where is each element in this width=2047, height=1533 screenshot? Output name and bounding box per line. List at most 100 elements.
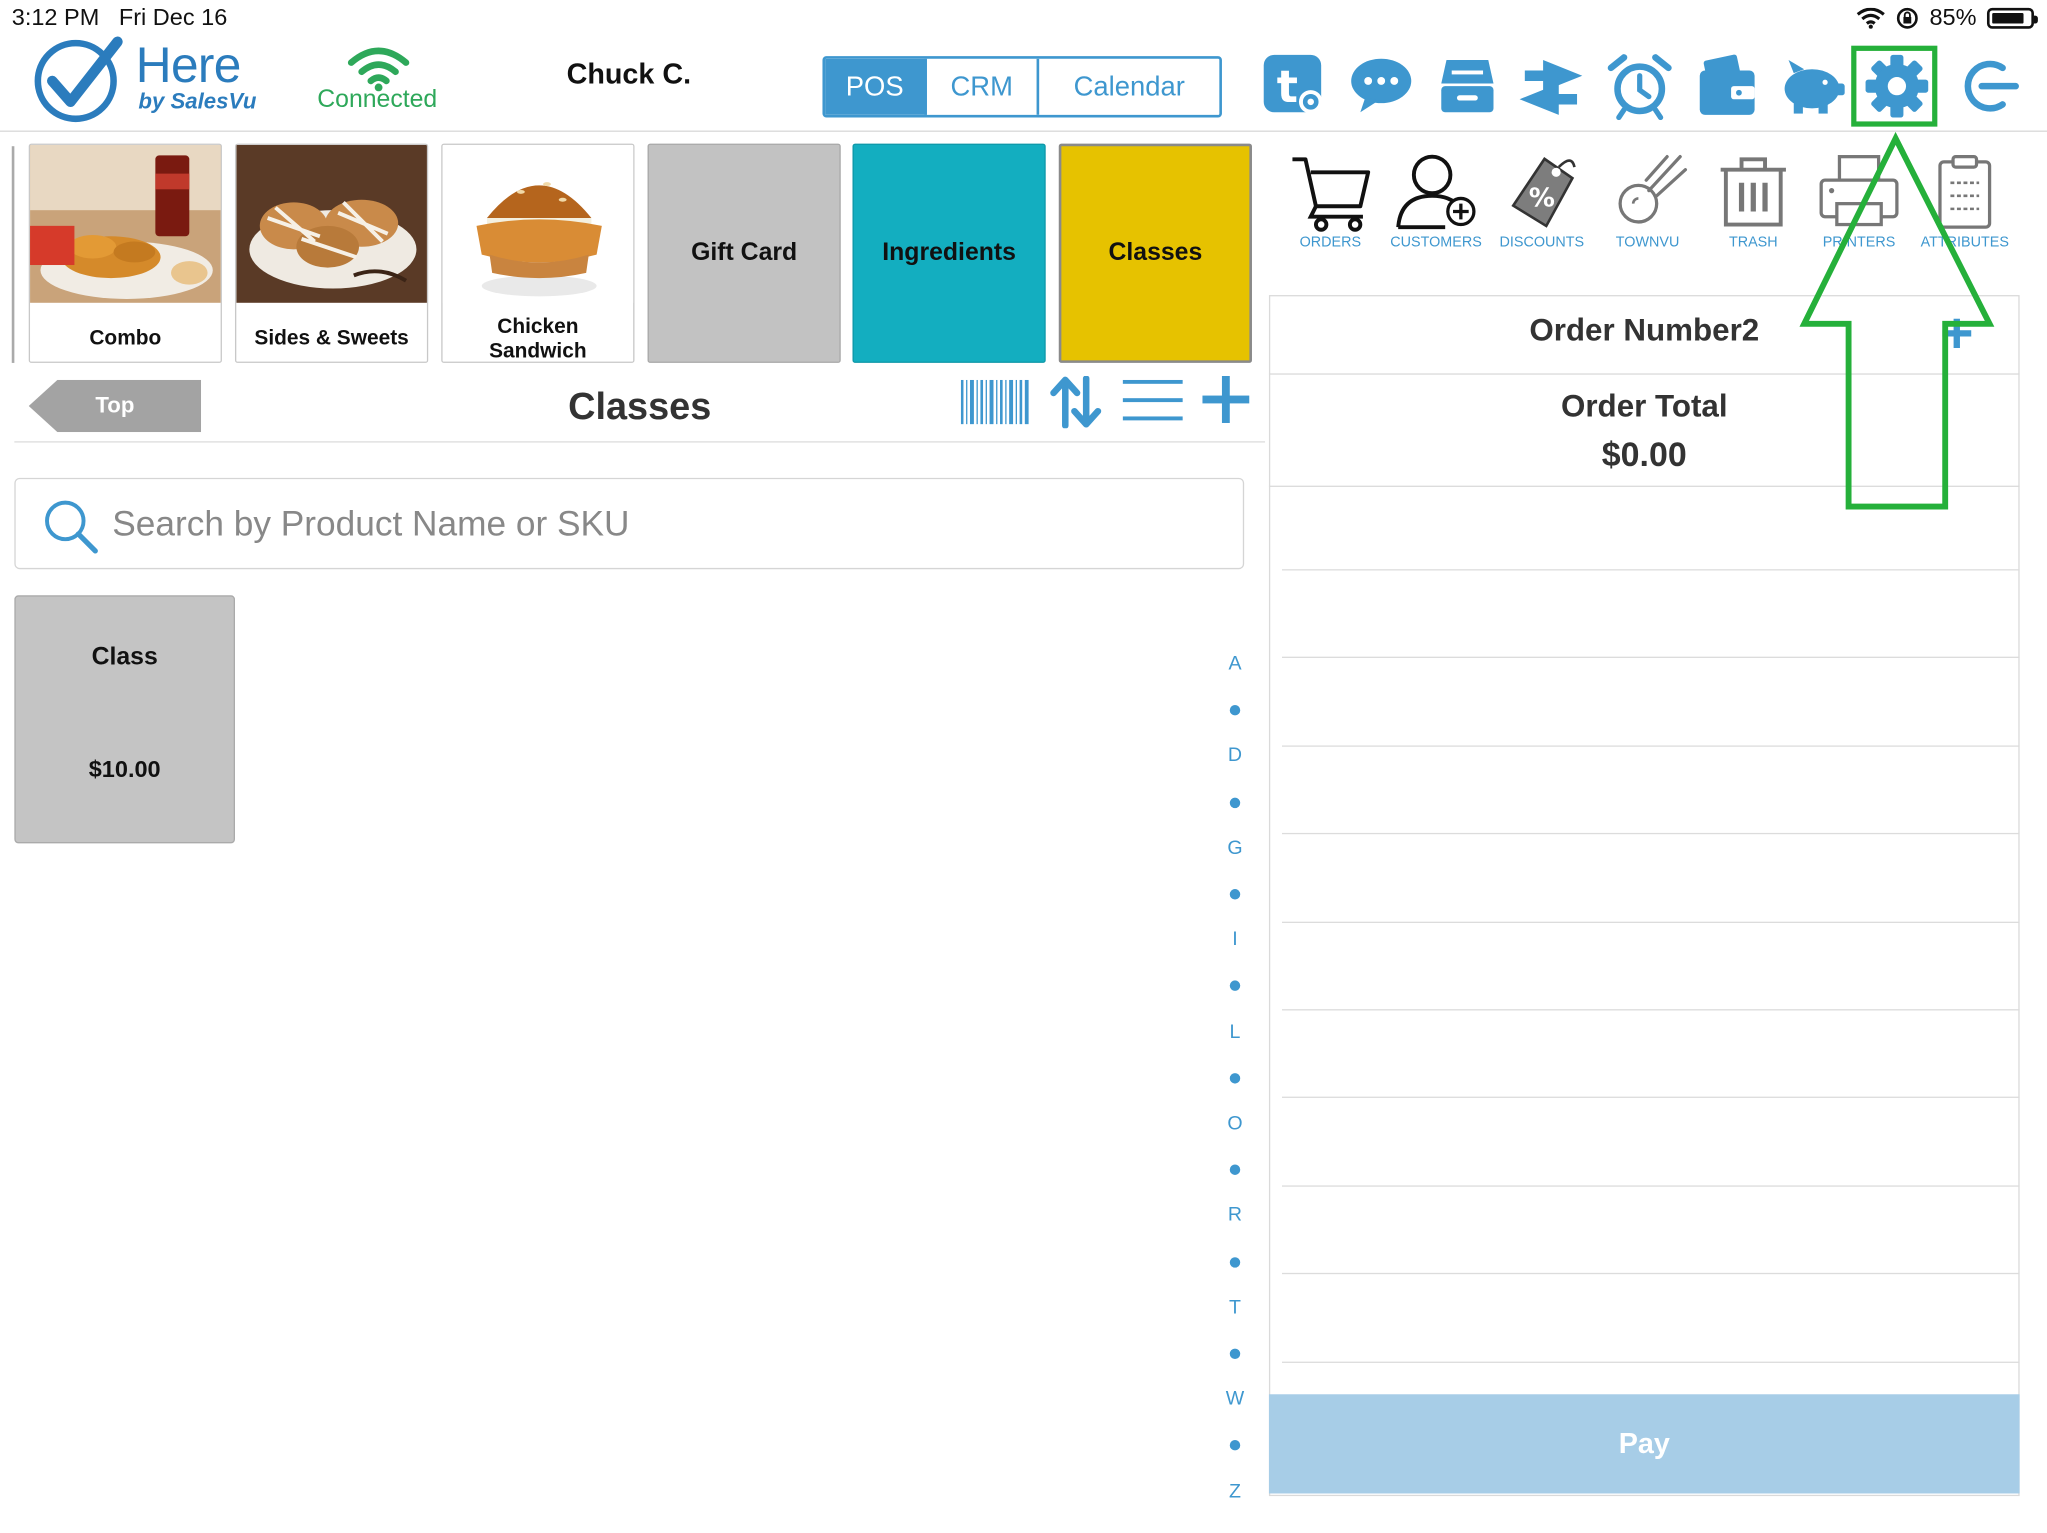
customers-button[interactable]: CUSTOMERS — [1383, 151, 1490, 251]
connection-status: Connected — [317, 86, 438, 114]
alpha-index-letter[interactable]: R — [1217, 1204, 1254, 1226]
alpha-index-letter[interactable]: W — [1217, 1388, 1254, 1410]
list-view-icon[interactable] — [1122, 379, 1183, 422]
search-input[interactable]: Search by Product Name or SKU — [14, 477, 1245, 570]
category-gift-card[interactable]: Gift Card — [647, 143, 841, 363]
category-label: Ingredients — [882, 238, 1016, 267]
trash-label: TRASH — [1728, 234, 1778, 251]
alpha-index-letter[interactable]: G — [1217, 837, 1254, 859]
trash-button[interactable]: TRASH — [1700, 151, 1807, 251]
search-icon — [45, 500, 98, 554]
toolbar-divider — [14, 441, 1266, 443]
alpha-index-letter[interactable]: T — [1217, 1296, 1254, 1318]
orders-button[interactable]: ORDERS — [1277, 151, 1384, 251]
tab-calendar[interactable]: Calendar — [1039, 59, 1219, 115]
category-ingredients[interactable]: Ingredients — [852, 143, 1046, 363]
category-scroll-edge — [11, 146, 15, 363]
discount-tag-icon: % — [1511, 157, 1576, 228]
alpha-index-letter[interactable]: I — [1217, 928, 1254, 950]
logo-check-icon — [34, 36, 123, 123]
piggy-bank-icon[interactable] — [1778, 52, 1846, 120]
alpha-index-dot — [1229, 1440, 1241, 1451]
trash-icon — [1720, 157, 1786, 227]
logo-word: Here — [135, 39, 242, 94]
order-row-line — [1282, 569, 2020, 571]
category-label: Chicken Sandwich — [489, 316, 587, 363]
category-label: Sides & Sweets — [254, 328, 409, 351]
add-customer-icon — [1396, 154, 1476, 230]
wifi-status-icon — [1856, 7, 1885, 29]
order-row-line — [1282, 921, 2020, 923]
townvu-label: TOWNVU — [1615, 234, 1680, 251]
order-row-line — [1282, 1361, 2020, 1363]
alpha-index-letter[interactable]: L — [1217, 1020, 1254, 1042]
alpha-index-letter[interactable]: D — [1217, 745, 1254, 767]
order-row-line — [1282, 745, 2020, 747]
header-divider — [0, 130, 2047, 132]
order-row-line — [1282, 1185, 2020, 1187]
category-chicken-sandwich[interactable]: Chicken Sandwich — [441, 143, 635, 363]
alarm-clock-icon[interactable] — [1606, 52, 1674, 121]
category-classes[interactable]: Classes — [1058, 143, 1252, 363]
search-placeholder: Search by Product Name or SKU — [112, 503, 630, 543]
chat-icon[interactable] — [1347, 52, 1415, 120]
product-name: Class — [91, 643, 158, 672]
pay-label: Pay — [1618, 1426, 1670, 1460]
battery-percent: 85% — [1929, 3, 1977, 31]
townvu-button[interactable]: TOWNVU — [1594, 151, 1701, 251]
order-row-line — [1282, 833, 2020, 835]
alpha-index-dot — [1229, 1348, 1241, 1360]
annotation-arrow-icon — [1799, 131, 1995, 510]
wallet-icon[interactable] — [1692, 52, 1760, 120]
orders-label: ORDERS — [1299, 234, 1362, 251]
alpha-index-letter[interactable]: Z — [1217, 1480, 1254, 1502]
combo-food-image — [30, 144, 221, 303]
status-time-date: 3:12 PM Fri Dec 16 — [12, 4, 228, 31]
cash-drawer-icon[interactable] — [1433, 52, 1501, 120]
svg-text:t: t — [1277, 62, 1298, 113]
status-indicators: 85% — [1856, 3, 2038, 31]
chicken-sandwich-image — [442, 144, 634, 303]
pay-button[interactable]: Pay — [1268, 1394, 2020, 1494]
add-product-icon[interactable] — [1202, 375, 1250, 423]
cart-icon — [1292, 157, 1371, 232]
product-price: $10.00 — [88, 755, 161, 782]
battery-icon — [1986, 7, 2038, 29]
current-user-name: Chuck C. — [566, 57, 692, 91]
sides-sweets-image — [236, 144, 427, 303]
tab-crm[interactable]: CRM — [927, 58, 1040, 115]
sort-icon[interactable] — [1050, 375, 1102, 429]
discounts-label: DISCOUNTS — [1499, 234, 1585, 251]
product-tile-class[interactable]: Class $10.00 — [14, 595, 235, 844]
order-row-line — [1282, 1009, 2020, 1011]
alpha-index-dot — [1229, 1164, 1241, 1176]
alpha-index-letter[interactable]: O — [1217, 1112, 1254, 1134]
discounts-button[interactable]: % DISCOUNTS — [1488, 151, 1595, 251]
alpha-index-dot — [1229, 705, 1241, 716]
alpha-index-dot — [1229, 980, 1241, 992]
tips-settings-icon[interactable]: t — [1261, 52, 1329, 120]
connected-wifi-icon — [347, 47, 410, 92]
logo-subtitle: by SalesVu — [138, 88, 257, 114]
townvu-icon — [1618, 155, 1688, 224]
alpha-index-letter[interactable]: A — [1217, 653, 1254, 675]
rotation-lock-icon — [1896, 7, 1918, 29]
status-date: Fri Dec 16 — [118, 3, 228, 31]
top-back-label: Top — [95, 392, 135, 418]
alpha-index-dot — [1229, 1072, 1241, 1084]
category-combo[interactable]: Combo — [28, 143, 222, 363]
barcode-icon[interactable] — [960, 379, 1029, 425]
svg-text:%: % — [1529, 183, 1555, 213]
alpha-index-dot — [1229, 797, 1241, 808]
order-row-line — [1282, 657, 2020, 659]
customers-label: CUSTOMERS — [1390, 234, 1482, 251]
logout-icon[interactable] — [1953, 52, 2021, 120]
tab-pos[interactable]: POS — [825, 58, 927, 115]
settings-highlight-box — [1851, 45, 1938, 127]
order-row-line — [1282, 1097, 2020, 1099]
category-sides-sweets[interactable]: Sides & Sweets — [234, 143, 429, 363]
transfer-icon[interactable] — [1517, 52, 1585, 120]
category-label: Classes — [1108, 238, 1203, 267]
category-label: Gift Card — [691, 238, 798, 267]
mode-segmented-control: POS CRM Calendar — [822, 56, 1222, 118]
